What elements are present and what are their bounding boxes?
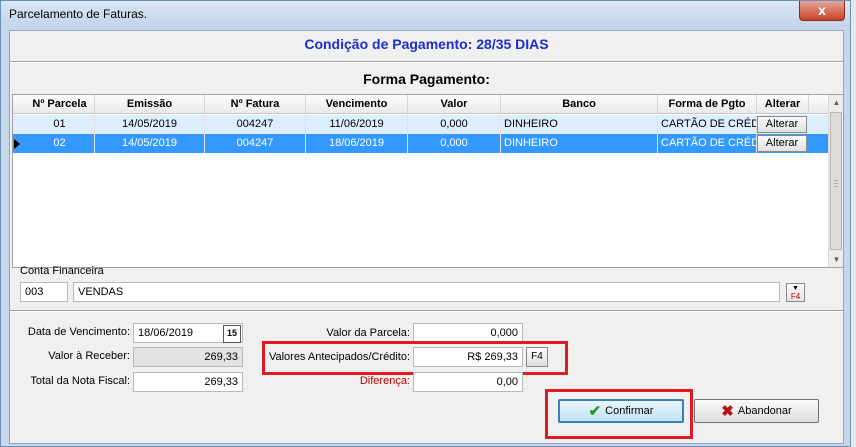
cell-banco: DINHEIRO bbox=[501, 115, 658, 134]
close-button[interactable]: x bbox=[799, 1, 845, 21]
cell-forma: CARTÃO DE CRÉDITO bbox=[658, 115, 757, 134]
checkmark-icon: ✔ bbox=[588, 403, 602, 420]
title-bar[interactable]: Parcelamento de Faturas. x bbox=[1, 1, 850, 27]
parcela-value-label: Valor da Parcela: bbox=[326, 327, 410, 339]
cell-parcela: 02 bbox=[25, 134, 95, 153]
conta-code-field[interactable]: 003 bbox=[20, 282, 68, 302]
antecipados-label: Valores Antecipados/Crédito: bbox=[268, 351, 410, 363]
cell-valor: 0,000 bbox=[408, 115, 501, 134]
antecipados-f4-button[interactable]: F4 bbox=[526, 347, 548, 367]
alterar-button[interactable]: Alterar bbox=[757, 135, 807, 152]
column-header-valor[interactable]: Valor bbox=[408, 95, 501, 114]
window-title: Parcelamento de Faturas. bbox=[9, 7, 148, 21]
receber-label: Valor à Receber: bbox=[48, 350, 130, 362]
total-label: Total da Nota Fiscal: bbox=[30, 375, 130, 387]
cell-vencimento: 18/06/2019 bbox=[306, 134, 408, 153]
divider bbox=[10, 310, 843, 312]
cell-emissao: 14/05/2019 bbox=[95, 134, 205, 153]
column-header-vencimento[interactable]: Vencimento bbox=[306, 95, 408, 114]
section-title: Forma Pagamento: bbox=[363, 71, 490, 87]
cell-valor: 0,000 bbox=[408, 134, 501, 153]
cell-fatura: 004247 bbox=[205, 115, 306, 134]
calendar-icon[interactable]: 15 bbox=[223, 325, 241, 343]
cell-emissao: 14/05/2019 bbox=[95, 115, 205, 134]
grid-header: Nº Parcela Emissão Nº Fatura Vencimento … bbox=[13, 95, 828, 114]
scroll-thumb[interactable]: – – – bbox=[830, 112, 842, 250]
conta-name-field[interactable]: VENDAS bbox=[73, 282, 780, 302]
dialog-content: Condição de Pagamento: 28/35 DIAS Forma … bbox=[9, 30, 844, 444]
total-field[interactable]: 269,33 bbox=[133, 372, 243, 392]
cell-fatura: 004247 bbox=[205, 134, 306, 153]
column-header-forma[interactable]: Forma de Pgto bbox=[658, 95, 757, 114]
row-indicator-icon bbox=[14, 139, 20, 149]
antecipados-field[interactable]: R$ 269,33 bbox=[413, 347, 523, 367]
table-row-selected[interactable]: 02 14/05/2019 004247 18/06/2019 0,000 DI… bbox=[13, 134, 828, 153]
grip-icon: – – – bbox=[834, 177, 838, 190]
diferenca-field: 0,00 bbox=[413, 372, 523, 392]
column-header-emissao[interactable]: Emissão bbox=[95, 95, 205, 114]
installments-grid: Nº Parcela Emissão Nº Fatura Vencimento … bbox=[12, 94, 843, 268]
cell-banco: DINHEIRO bbox=[501, 134, 658, 153]
parcelamento-dialog: Parcelamento de Faturas. x Condição de P… bbox=[0, 0, 851, 447]
payment-condition-title: Condição de Pagamento: 28/35 DIAS bbox=[304, 36, 549, 52]
conta-lookup-button[interactable]: ▼ F4 bbox=[786, 283, 805, 302]
cell-forma: CARTÃO DE CRÉDITO bbox=[658, 134, 757, 153]
confirmar-label: Confirmar bbox=[605, 405, 654, 417]
f4-label: F4 bbox=[790, 292, 801, 301]
receber-field: 269,33 bbox=[133, 347, 243, 367]
column-header-alterar[interactable]: Alterar bbox=[757, 95, 809, 114]
scroll-up-icon[interactable]: ▲ bbox=[829, 95, 844, 110]
abandonar-label: Abandonar bbox=[737, 405, 792, 417]
alterar-button[interactable]: Alterar bbox=[757, 116, 807, 133]
conta-financeira-label: Conta Financeira bbox=[20, 265, 104, 277]
confirmar-button[interactable]: ✔ Confirmar bbox=[558, 399, 684, 423]
scroll-down-icon[interactable]: ▼ bbox=[829, 252, 844, 267]
grid-scrollbar[interactable]: ▲ – – – ▼ bbox=[828, 95, 843, 267]
column-header-fatura[interactable]: Nº Fatura bbox=[205, 95, 306, 114]
vencimento-label: Data de Vencimento: bbox=[27, 326, 130, 338]
cell-vencimento: 11/06/2019 bbox=[306, 115, 408, 134]
background-edge bbox=[851, 0, 856, 447]
close-icon: ✖ bbox=[721, 403, 734, 420]
divider bbox=[10, 61, 843, 63]
table-row[interactable]: 01 14/05/2019 004247 11/06/2019 0,000 DI… bbox=[13, 115, 828, 134]
column-header-parcela[interactable]: Nº Parcela bbox=[25, 95, 95, 114]
abandonar-button[interactable]: ✖ Abandonar bbox=[694, 399, 819, 423]
parcela-value-field[interactable]: 0,000 bbox=[413, 323, 523, 343]
column-header-banco[interactable]: Banco bbox=[501, 95, 658, 114]
cell-parcela: 01 bbox=[25, 115, 95, 134]
diferenca-label: Diferença: bbox=[359, 375, 410, 387]
